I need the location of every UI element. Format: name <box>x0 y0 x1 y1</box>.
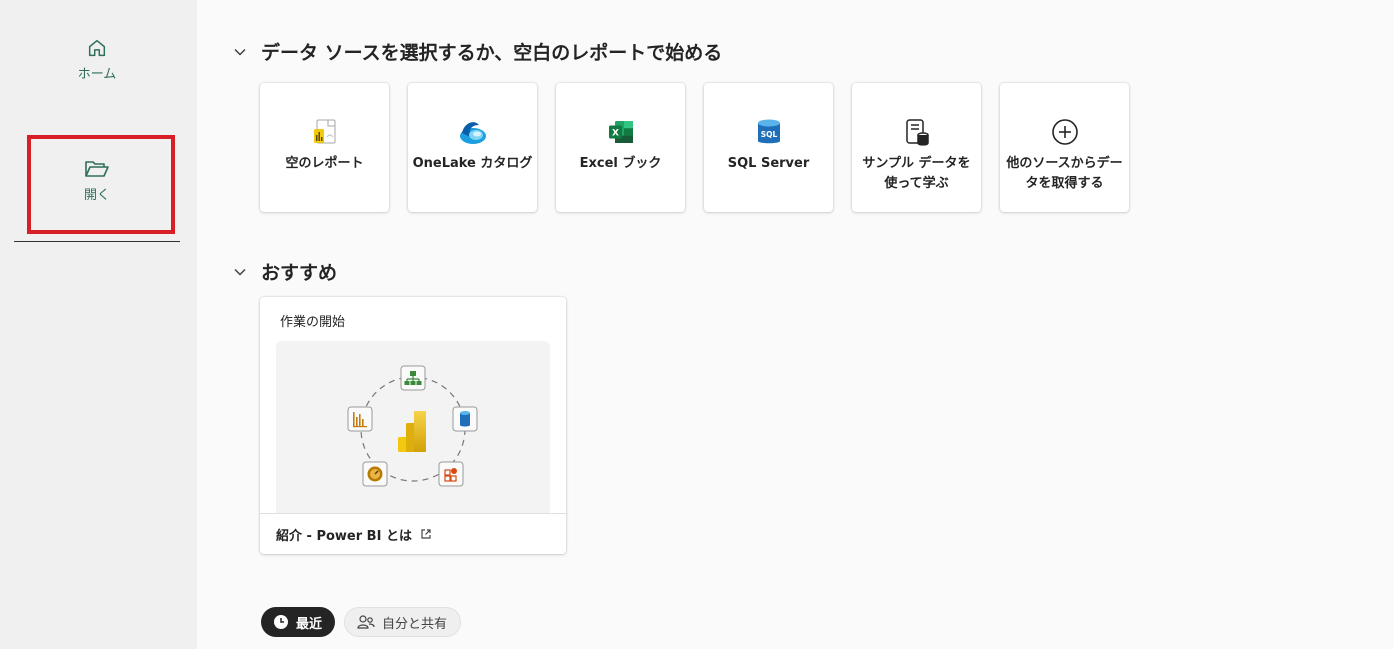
bar-chart-icon <box>347 406 373 432</box>
nav-item-home[interactable]: ホーム <box>14 24 180 94</box>
nav-item-open-label: 開く <box>83 188 110 203</box>
nav-item-open[interactable]: 開く <box>14 120 180 242</box>
data-source-tiles: 空のレポート OneLake カタログ X Excel ブック SQL SQL … <box>260 83 1129 212</box>
left-nav: ホーム 開く <box>0 0 197 649</box>
excel-icon: X <box>605 116 637 148</box>
chevron-down-icon <box>234 268 246 276</box>
svg-text:SQL: SQL <box>760 130 777 139</box>
open-external-icon <box>421 529 431 539</box>
blank-report-icon <box>309 116 341 148</box>
tile-sql-server-label: SQL Server <box>727 156 810 171</box>
onelake-icon <box>457 116 489 148</box>
tile-excel-workbook[interactable]: X Excel ブック <box>556 83 685 212</box>
pill-shared-with-me[interactable]: 自分と共有 <box>344 607 462 637</box>
nav-item-home-label: ホーム <box>77 66 117 82</box>
tile-onelake-catalog[interactable]: OneLake カタログ <box>408 83 537 212</box>
recommended-card-footer-link[interactable]: 紹介 - Power BI とは <box>260 513 566 554</box>
main-content: データ ソースを選択するか、空白のレポートで始める 空のレポート OneLake… <box>197 0 1394 649</box>
database-icon <box>452 406 478 432</box>
folder-open-icon <box>85 161 109 177</box>
tile-sample-data[interactable]: サンプル データを使って学ぶ <box>852 83 981 212</box>
pill-recent[interactable]: 最近 <box>261 607 336 637</box>
gauge-icon <box>362 461 388 487</box>
tile-excel-workbook-label: Excel ブック <box>579 156 662 171</box>
powerbi-logo-icon <box>398 411 426 452</box>
pill-recent-label: 最近 <box>296 616 323 632</box>
add-circle-icon <box>1049 116 1081 148</box>
tile-blank-report-label: 空のレポート <box>285 156 364 171</box>
home-icon <box>88 39 106 56</box>
section-recommended-header[interactable]: おすすめ <box>233 258 337 285</box>
tile-other-sources-label: 他のソースからデータを取得する <box>1006 156 1123 191</box>
getting-started-illustration <box>276 341 550 513</box>
recommended-card-footer-label: 紹介 - Power BI とは <box>276 528 412 544</box>
org-chart-icon <box>400 365 426 391</box>
tile-sample-data-label: サンプル データを使って学ぶ <box>862 156 971 191</box>
tile-other-sources[interactable]: 他のソースからデータを取得する <box>1000 83 1129 212</box>
sample-data-icon <box>901 116 933 148</box>
tile-onelake-catalog-label: OneLake カタログ <box>412 156 533 171</box>
app-icon <box>438 461 464 487</box>
recommended-card-title: 作業の開始 <box>280 315 346 330</box>
tile-sql-server[interactable]: SQL SQL Server <box>704 83 833 212</box>
section-start-header[interactable]: データ ソースを選択するか、空白のレポートで始める <box>233 38 722 65</box>
clock-icon <box>274 615 288 629</box>
sql-server-icon: SQL <box>753 116 785 148</box>
pill-shared-with-me-label: 自分と共有 <box>382 616 448 632</box>
recommended-card-getting-started[interactable]: 作業の開始 紹介 - Power BI とは <box>260 297 566 554</box>
list-filter-pills: 最近 自分と共有 <box>261 607 462 637</box>
section-start-title: データ ソースを選択するか、空白のレポートで始める <box>261 42 723 64</box>
svg-text:X: X <box>612 129 619 139</box>
section-recommended-title: おすすめ <box>261 262 338 284</box>
tile-blank-report[interactable]: 空のレポート <box>260 83 389 212</box>
people-icon <box>357 615 375 629</box>
chevron-down-icon <box>234 48 246 56</box>
